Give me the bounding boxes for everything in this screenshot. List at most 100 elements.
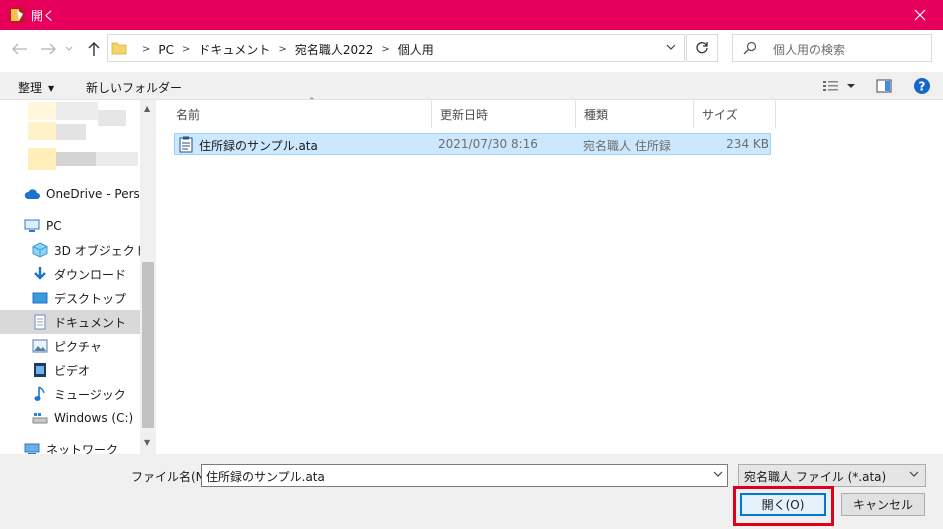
sidebar-item-label: ピクチャ <box>54 339 102 354</box>
blurred-item <box>28 148 56 170</box>
cancel-button-label: キャンセル <box>852 498 913 512</box>
column-header-name[interactable]: ⌃ 名前 <box>168 97 432 128</box>
change-view-button[interactable] <box>822 78 856 97</box>
picture-icon <box>32 338 48 354</box>
sidebar-item-desktop[interactable]: デスクトップ <box>0 286 140 310</box>
up-arrow-icon <box>88 42 100 56</box>
chevron-down-icon[interactable] <box>713 471 723 478</box>
column-header-label: 更新日時 <box>440 107 489 122</box>
refresh-button[interactable] <box>686 34 718 62</box>
sidebar-item-music[interactable]: ミュージック <box>0 382 140 406</box>
blurred-item <box>28 122 56 140</box>
preview-pane-button[interactable] <box>876 78 892 97</box>
sidebar-item-label: ドキュメント <box>54 315 127 330</box>
filetype-value: 宛名職人 ファイル (*.ata) <box>744 470 887 484</box>
file-type: 宛名職人 住所録 <box>583 139 671 153</box>
download-icon <box>32 266 48 282</box>
video-icon <box>32 362 48 378</box>
navigation-pane: OneDrive - Persor PC 3D オブジェクト ダウンロード デス… <box>0 100 156 454</box>
blurred-item <box>56 102 98 120</box>
cloud-icon <box>24 186 40 202</box>
file-modified: 2021/07/30 8:16 <box>438 137 538 151</box>
column-header-label: サイズ <box>702 107 738 122</box>
file-list: ⌃ 名前 更新日時 種類 サイズ 住所録のサンプル.ata 2021/07/30… <box>158 97 943 454</box>
table-row[interactable]: 住所録のサンプル.ata 2021/07/30 8:16 宛名職人 住所録 23… <box>174 133 771 155</box>
filename-value: 住所録のサンプル.ata <box>206 470 325 484</box>
chevron-right-icon: > <box>278 44 287 55</box>
computer-icon <box>24 218 40 234</box>
organize-button[interactable]: 整理 ▼ <box>18 79 54 96</box>
caret-down-icon: ▼ <box>48 84 55 93</box>
back-arrow-icon <box>12 43 27 55</box>
music-icon <box>32 386 48 402</box>
scrollbar-thumb[interactable] <box>142 262 154 428</box>
scroll-up-icon[interactable]: ▲ <box>144 104 150 113</box>
breadcrumb: > PC > ドキュメント > 宛名職人2022 > 個人用 <box>134 41 434 58</box>
close-button[interactable] <box>897 0 943 30</box>
cube-icon <box>32 242 48 258</box>
filetype-select[interactable]: 宛名職人 ファイル (*.ata) <box>738 464 926 487</box>
close-icon <box>914 9 926 21</box>
help-button[interactable]: ? <box>913 77 931 98</box>
sidebar-item-label: ダウンロード <box>54 267 127 282</box>
column-header-type[interactable]: 種類 <box>576 100 694 128</box>
sidebar-scrollbar[interactable]: ▲ ▼ <box>140 100 156 454</box>
address-book-file-icon <box>179 136 193 153</box>
search-placeholder: 個人用の検索 <box>773 43 846 57</box>
sidebar-item-label: ミュージック <box>54 387 126 402</box>
help-icon: ? <box>914 78 930 94</box>
scroll-down-icon[interactable]: ▼ <box>144 438 150 447</box>
chevron-right-icon: > <box>381 44 390 55</box>
command-bar: 整理 ▼ 新しいフォルダー ? <box>0 72 943 100</box>
column-header-label: 名前 <box>176 107 201 122</box>
filename-field[interactable]: 住所録のサンプル.ata <box>201 464 728 487</box>
search-icon <box>743 41 757 55</box>
sidebar-item-label: デスクトップ <box>54 291 127 306</box>
sidebar-item-network[interactable]: ネットワーク <box>0 437 140 454</box>
refresh-icon <box>696 42 708 54</box>
forward-button[interactable] <box>38 40 58 58</box>
breadcrumb-pc[interactable]: PC <box>158 43 174 57</box>
new-folder-button[interactable]: 新しいフォルダー <box>86 79 182 96</box>
blurred-item <box>56 124 86 140</box>
breadcrumb-personal[interactable]: 個人用 <box>398 41 434 58</box>
sidebar-item-3d-objects[interactable]: 3D オブジェクト <box>0 238 147 262</box>
sidebar-item-documents[interactable]: ドキュメント <box>0 310 140 334</box>
search-input[interactable]: 個人用の検索 <box>732 34 932 62</box>
new-folder-label: 新しいフォルダー <box>86 81 183 95</box>
chevron-right-icon: > <box>182 44 191 55</box>
cancel-button[interactable]: キャンセル <box>841 493 925 516</box>
sidebar-item-videos[interactable]: ビデオ <box>0 358 140 382</box>
up-button[interactable] <box>84 40 104 58</box>
chevron-down-icon[interactable] <box>666 44 676 51</box>
sidebar-item-downloads[interactable]: ダウンロード <box>0 262 140 286</box>
blurred-item <box>96 152 138 166</box>
sidebar-item-pictures[interactable]: ピクチャ <box>0 334 140 358</box>
column-header-label: 種類 <box>584 107 609 122</box>
sidebar-item-pc[interactable]: PC <box>0 214 140 238</box>
column-header-modified[interactable]: 更新日時 <box>432 100 576 128</box>
blurred-item <box>98 110 126 126</box>
svg-text:?: ? <box>919 80 926 94</box>
sidebar-item-onedrive[interactable]: OneDrive - Persor <box>0 182 152 206</box>
sidebar-item-label: PC <box>46 219 62 233</box>
open-button-label: 開く(O) <box>761 498 805 512</box>
open-button[interactable]: 開く(O) <box>740 493 826 516</box>
back-button[interactable] <box>10 40 30 58</box>
title-bar: 開く <box>0 0 943 30</box>
organize-label: 整理 <box>18 81 43 95</box>
address-bar[interactable]: > PC > ドキュメント > 宛名職人2022 > 個人用 <box>107 34 685 62</box>
sidebar-item-windows-c[interactable]: Windows (C:) <box>0 406 140 430</box>
blurred-item <box>28 102 56 120</box>
desktop-icon <box>32 290 48 306</box>
breadcrumb-documents[interactable]: ドキュメント <box>198 41 270 58</box>
column-header-size[interactable]: サイズ <box>694 100 776 128</box>
preview-pane-icon <box>876 79 892 93</box>
file-size: 234 KB <box>726 137 769 151</box>
recent-locations-button[interactable] <box>62 40 76 58</box>
document-icon <box>32 314 48 330</box>
sidebar-item-label: OneDrive - Persor <box>46 187 153 201</box>
sort-ascending-icon: ⌃ <box>308 97 316 107</box>
breadcrumb-atena2022[interactable]: 宛名職人2022 <box>295 41 374 58</box>
app-icon <box>9 7 25 23</box>
